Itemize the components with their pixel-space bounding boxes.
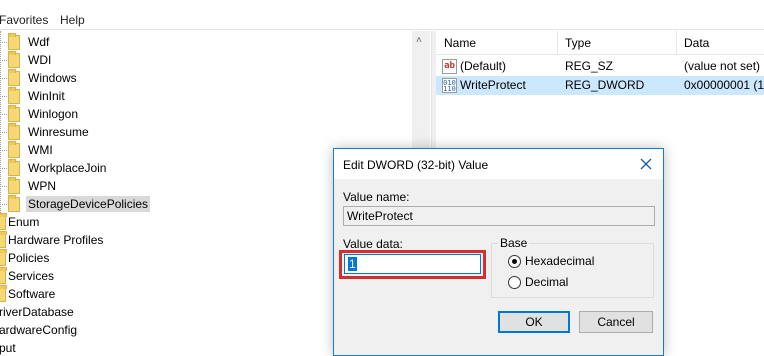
- folder-icon: [8, 104, 20, 122]
- string-value-icon: ab: [442, 59, 457, 74]
- value-name: (Default): [460, 59, 507, 73]
- tree-node-driverdatabase[interactable]: riverDatabase: [0, 303, 74, 321]
- cancel-button[interactable]: Cancel: [579, 311, 653, 333]
- tree-node-wininit[interactable]: WinInit: [0, 86, 65, 105]
- folder-icon: [0, 212, 7, 230]
- tree-node-label: ardwareConfig: [0, 323, 78, 337]
- tree-node-services[interactable]: Services: [0, 266, 55, 285]
- tree-node-label: WDI: [28, 53, 52, 67]
- tree-node-enum[interactable]: Enum: [0, 212, 40, 231]
- tree-node-policies[interactable]: Policies: [0, 248, 50, 267]
- folder-icon: [8, 122, 20, 140]
- tree-node-label: Software: [8, 287, 56, 301]
- dword-value-icon: 010 110: [442, 78, 457, 93]
- radio-label: Hexadecimal: [525, 254, 595, 268]
- column-header-data[interactable]: Data: [676, 31, 709, 55]
- tree-node-winresume[interactable]: Winresume: [0, 122, 89, 141]
- radio-button-icon: [508, 254, 521, 268]
- close-icon[interactable]: [635, 153, 657, 175]
- tree-node-label: Wdf: [28, 35, 50, 49]
- base-groupbox: [491, 243, 654, 298]
- folder-icon: [8, 50, 20, 68]
- tree-node-wdi[interactable]: WDI: [0, 50, 52, 69]
- folder-icon: [8, 176, 20, 194]
- tree-node-input[interactable]: put: [0, 339, 16, 356]
- value-name-label: Value name:: [343, 190, 410, 204]
- tree-node-hardwareconfig[interactable]: ardwareConfig: [0, 321, 77, 339]
- tree-node-hardware-profiles[interactable]: Hardware Profiles: [0, 230, 104, 249]
- folder-icon: [0, 266, 7, 284]
- tree-node-label: WMI: [28, 143, 53, 157]
- folder-icon: [8, 86, 20, 104]
- folder-icon: [0, 230, 7, 248]
- tree-node-label: Winresume: [28, 125, 89, 139]
- tree-node-label: Hardware Profiles: [8, 233, 104, 247]
- tree-node-label: WPN: [28, 179, 56, 193]
- ok-button[interactable]: OK: [498, 311, 570, 333]
- menu-favorites[interactable]: Favorites: [0, 13, 48, 27]
- value-row-writeprotect[interactable]: 010 110 WriteProtect REG_DWORD 0x00000001…: [436, 76, 764, 95]
- tree-node-workplacejoin[interactable]: WorkplaceJoin: [0, 158, 107, 177]
- tree-node-label: Enum: [8, 215, 40, 229]
- folder-icon: [8, 140, 20, 158]
- radio-decimal[interactable]: Decimal: [508, 275, 568, 289]
- tree-node-wpn[interactable]: WPN: [0, 176, 56, 195]
- value-name: WriteProtect: [460, 78, 526, 92]
- column-header-name[interactable]: Name: [436, 31, 476, 55]
- value-data: (value not set): [684, 59, 761, 73]
- dialog-titlebar[interactable]: Edit DWORD (32-bit) Value: [334, 149, 663, 179]
- menu-bar: Favorites Help: [0, 0, 764, 30]
- tree-node-label: WorkplaceJoin: [28, 161, 107, 175]
- tree-node-label: Windows: [28, 71, 77, 85]
- edit-dword-dialog: Edit DWORD (32-bit) Value Value name: Wr…: [333, 148, 664, 356]
- radio-button-icon: [508, 275, 521, 289]
- folder-icon: [8, 194, 20, 212]
- tree-node-label: riverDatabase: [0, 305, 74, 319]
- value-data: 0x00000001 (1): [684, 78, 764, 92]
- tree-node-label: Winlogon: [28, 107, 79, 121]
- value-type: REG_DWORD: [565, 78, 645, 92]
- folder-icon: [8, 32, 20, 50]
- tree-node-wmi[interactable]: WMI: [0, 140, 53, 159]
- value-data-text: 1: [348, 257, 357, 271]
- folder-icon: [8, 68, 20, 86]
- tree-node-storagedevicepolicies[interactable]: StorageDevicePolicies: [0, 194, 151, 213]
- folder-icon: [0, 284, 7, 302]
- tree-node-wdf[interactable]: Wdf: [0, 32, 50, 51]
- menu-help[interactable]: Help: [60, 13, 85, 27]
- column-header-type[interactable]: Type: [557, 31, 591, 55]
- value-name-field[interactable]: WriteProtect: [343, 206, 655, 226]
- value-type: REG_SZ: [565, 59, 614, 73]
- tree-node-label: StorageDevicePolicies: [26, 196, 151, 212]
- tree-node-software[interactable]: Software: [0, 284, 56, 303]
- scroll-up-arrow-icon[interactable]: ˄: [416, 35, 422, 46]
- folder-icon: [0, 248, 7, 266]
- registry-editor-window: Favorites Help Wdf WDI Windows WinInit W…: [0, 0, 764, 356]
- tree-node-windows[interactable]: Windows: [0, 68, 77, 87]
- value-row-default[interactable]: ab (Default) REG_SZ (value not set): [436, 57, 764, 76]
- radio-label: Decimal: [525, 275, 569, 289]
- tree-node-winlogon[interactable]: Winlogon: [0, 104, 79, 123]
- tree-node-label: WinInit: [28, 89, 65, 103]
- dialog-title: Edit DWORD (32-bit) Value: [343, 158, 489, 172]
- folder-icon: [8, 158, 20, 176]
- list-header: Name Type Data: [436, 31, 764, 55]
- tree-node-label: put: [0, 341, 16, 355]
- base-group-title: Base: [498, 236, 530, 250]
- value-data-label: Value data:: [343, 237, 403, 251]
- value-data-input[interactable]: 1: [344, 254, 481, 274]
- radio-hexadecimal[interactable]: Hexadecimal: [508, 254, 594, 268]
- tree-node-label: Policies: [8, 251, 50, 265]
- tree-node-label: Services: [8, 269, 55, 283]
